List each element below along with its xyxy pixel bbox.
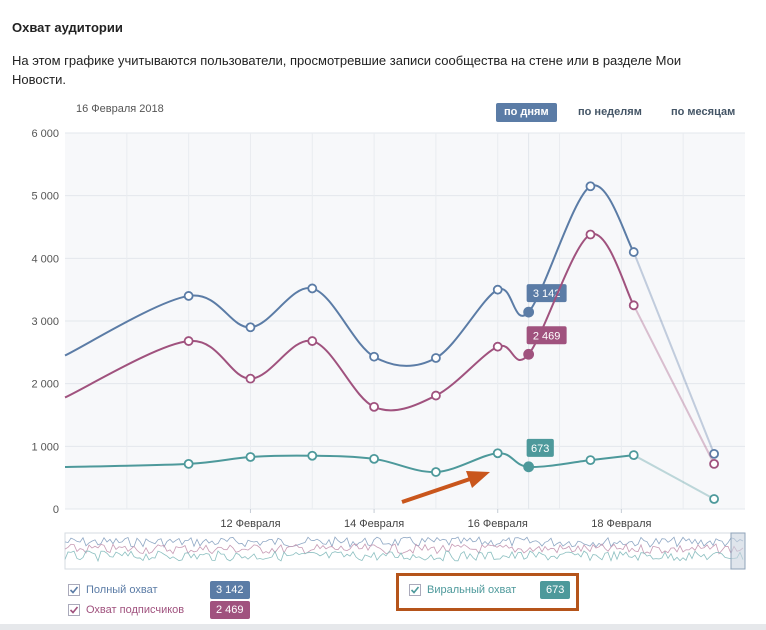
x-tick-label: 18 Февраля <box>591 518 651 530</box>
legend-viral-reach[interactable]: Виральный охват <box>409 581 516 599</box>
y-tick-label: 6 000 <box>31 128 59 140</box>
data-point <box>307 450 318 461</box>
section-title: Охват аудитории <box>12 20 123 35</box>
data-point <box>628 300 639 311</box>
y-tick-label: 1 000 <box>31 441 59 453</box>
value-tooltip-label: 2 469 <box>533 330 561 342</box>
checkbox-viral-reach[interactable] <box>409 584 421 596</box>
data-point <box>431 390 441 401</box>
x-tick-label: 14 Февраля <box>344 518 404 530</box>
x-tick-label: 12 Февраля <box>220 518 280 530</box>
data-point <box>369 453 379 464</box>
legend-full-reach[interactable]: Полный охват <box>68 581 158 599</box>
data-point <box>183 291 194 301</box>
reach-chart[interactable]: 0 1 000 2 000 3 000 4 000 5 000 6 000 12 Феврал… <box>0 120 766 580</box>
y-tick-label: 2 000 <box>31 379 59 391</box>
data-point <box>431 353 441 363</box>
data-point <box>245 452 256 462</box>
checkbox-full-reach[interactable] <box>68 584 80 596</box>
x-tick-label: 16 Февраля <box>468 518 528 530</box>
check-icon <box>410 586 420 594</box>
section-description: На этом графике учитываются пользователи… <box>12 53 682 87</box>
legend-subscribers-reach[interactable]: Охват подписчиков <box>68 601 184 619</box>
data-point <box>245 322 256 333</box>
y-tick-label: 0 <box>53 504 59 516</box>
data-point <box>628 450 639 461</box>
data-point <box>523 348 535 360</box>
data-point <box>709 458 719 469</box>
legend-subscribers-label: Охват подписчиков <box>86 604 185 616</box>
data-point <box>183 458 194 469</box>
legend-viral-value: 673 <box>540 581 571 599</box>
legend-full-value: 3 142 <box>210 581 250 599</box>
legend-full-label: Полный охват <box>86 584 158 596</box>
data-point <box>431 467 441 477</box>
data-point <box>369 401 379 412</box>
data-point <box>492 448 503 459</box>
y-tick-label: 3 000 <box>31 316 59 328</box>
data-point <box>585 455 596 466</box>
data-point <box>307 336 318 346</box>
check-icon <box>69 586 79 594</box>
y-tick-label: 4 000 <box>31 253 59 265</box>
data-point <box>369 351 379 362</box>
data-point <box>307 283 318 294</box>
data-point <box>492 341 503 352</box>
current-date-label: 16 Февраля 2018 <box>76 103 164 115</box>
checkbox-subscribers-reach[interactable] <box>68 604 80 616</box>
data-point <box>523 461 535 473</box>
data-point <box>709 494 719 504</box>
legend-subscribers-value: 2 469 <box>210 601 250 619</box>
data-point <box>523 306 535 318</box>
data-point <box>585 229 596 240</box>
overview-selection-handle <box>730 532 746 570</box>
check-icon <box>69 606 79 614</box>
bottom-divider <box>0 624 766 630</box>
value-tooltip-label: 673 <box>531 443 549 455</box>
data-point <box>628 247 639 257</box>
data-point <box>245 373 256 384</box>
y-tick-label: 5 000 <box>31 191 59 203</box>
legend-viral-label: Виральный охват <box>427 584 517 596</box>
data-point <box>492 284 503 295</box>
data-point <box>183 336 194 346</box>
data-point <box>585 181 596 192</box>
